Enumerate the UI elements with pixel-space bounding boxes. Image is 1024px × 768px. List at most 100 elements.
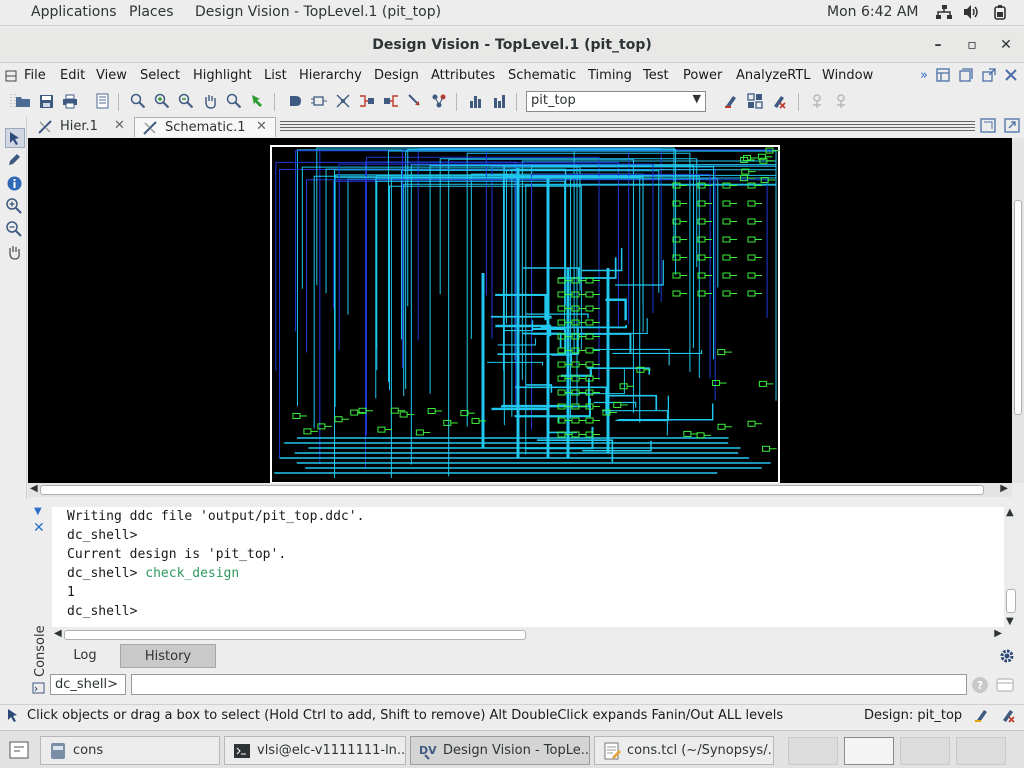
info-icon[interactable] [5, 174, 23, 192]
undock-icon[interactable] [982, 68, 996, 86]
forward-icon[interactable] [832, 92, 850, 110]
tab-log[interactable]: Log [52, 644, 118, 668]
pencil-icon[interactable] [5, 151, 23, 169]
menu-list[interactable]: List [264, 68, 287, 83]
hide-fanin-icon[interactable] [406, 92, 424, 110]
close-icon[interactable]: ✕ [114, 118, 125, 133]
path-slack-histogram-icon[interactable] [491, 92, 509, 110]
workspace-4[interactable] [956, 737, 1006, 765]
tab-schematic[interactable]: Schematic.1 ✕ [134, 117, 276, 137]
menu-design[interactable]: Design [374, 68, 419, 83]
tile-icon[interactable] [936, 68, 950, 86]
zoom-in-icon[interactable] [5, 197, 23, 215]
menu-attributes[interactable]: Attributes [431, 68, 495, 83]
network-icon[interactable] [935, 4, 953, 24]
task-design-vision[interactable]: DV Design Vision - TopLe... [410, 736, 590, 765]
console-dock-icon[interactable] [32, 682, 45, 698]
tab-history[interactable]: History [120, 644, 216, 668]
tab-hier[interactable]: Hier.1 ✕ [34, 117, 130, 137]
console-options-icon[interactable] [996, 676, 1014, 698]
zoom-out-icon[interactable] [177, 92, 195, 110]
scroll-left-icon[interactable]: ◀ [54, 628, 62, 639]
scroll-up-icon[interactable]: ▲ [1006, 507, 1014, 518]
zoom-selection-icon[interactable] [249, 92, 267, 110]
show-desktop-icon[interactable] [9, 741, 29, 763]
menu-window[interactable]: Window [822, 68, 873, 83]
command-input[interactable] [131, 674, 967, 695]
print-icon[interactable] [61, 92, 79, 110]
restore-view-icon[interactable] [980, 118, 996, 137]
task-cons[interactable]: cons [40, 736, 220, 765]
hide-fanout-icon[interactable] [430, 92, 448, 110]
highlight-icon[interactable] [974, 707, 990, 727]
deselect-icon[interactable] [770, 92, 788, 110]
menu-view[interactable]: View [96, 68, 127, 83]
scroll-down-icon[interactable]: ▼ [1006, 616, 1014, 627]
select-arrow-icon[interactable] [5, 128, 25, 148]
menu-analyzertl[interactable]: AnalyzeRTL [736, 68, 811, 83]
active-window-title[interactable]: Design Vision - TopLevel.1 (pit_top) [195, 4, 441, 20]
pan-hand-icon[interactable] [5, 243, 23, 261]
deselect-icon[interactable] [1000, 707, 1016, 727]
pan-hand-icon[interactable] [201, 92, 219, 110]
zoom-fit-all-icon[interactable] [129, 92, 147, 110]
open-icon[interactable] [14, 92, 32, 110]
float-view-icon[interactable] [1004, 118, 1020, 137]
console-horizontal-scroll-thumb[interactable] [64, 630, 526, 640]
minimize-button[interactable]: – [928, 35, 948, 55]
places-menu[interactable]: Places [129, 4, 174, 20]
power-icon[interactable] [992, 4, 1008, 24]
add-fanout-icon[interactable] [382, 92, 400, 110]
menu-hierarchy[interactable]: Hierarchy [299, 68, 362, 83]
menu-test[interactable]: Test [643, 68, 669, 83]
add-fanin-icon[interactable] [358, 92, 376, 110]
task-terminal[interactable]: vlsi@elc-v1111111-ln... [224, 736, 406, 765]
menu-power[interactable]: Power [683, 68, 722, 83]
clock[interactable]: Mon 6:42 AM [827, 4, 919, 20]
close-console-icon[interactable]: ✕ [33, 520, 45, 536]
menu-timing[interactable]: Timing [588, 68, 632, 83]
cascade-icon[interactable] [959, 68, 973, 86]
workspace-1[interactable] [788, 737, 838, 765]
save-icon[interactable] [37, 92, 55, 110]
volume-icon[interactable] [962, 4, 980, 24]
maximize-button[interactable]: ▫ [962, 35, 982, 55]
zoom-region-icon[interactable] [225, 92, 243, 110]
create-schematic-icon[interactable] [310, 92, 328, 110]
scroll-left-icon[interactable]: ◀ [30, 483, 38, 494]
workspace-3[interactable] [900, 737, 950, 765]
back-icon[interactable] [808, 92, 826, 110]
report-icon[interactable] [93, 92, 111, 110]
close-view-icon[interactable] [1004, 68, 1018, 86]
clear-highlight-icon[interactable] [722, 92, 740, 110]
menu-overflow-icon[interactable]: » [920, 68, 928, 83]
histogram-icon[interactable] [467, 92, 485, 110]
select-objects-icon[interactable] [746, 92, 764, 110]
workspace-2[interactable] [844, 737, 894, 765]
scroll-right-icon[interactable]: ▶ [1000, 483, 1008, 494]
canvas-horizontal-scroll-thumb[interactable] [40, 485, 984, 495]
menu-schematic[interactable]: Schematic [508, 68, 576, 83]
path-schematic-icon[interactable] [334, 92, 352, 110]
console-output[interactable]: Writing ddc file 'output/pit_top.ddc'. d… [52, 507, 1006, 627]
menu-highlight[interactable]: Highlight [193, 68, 252, 83]
menu-select[interactable]: Select [140, 68, 180, 83]
collapse-console-icon[interactable]: ▼ [34, 506, 42, 517]
gear-icon[interactable] [999, 648, 1015, 668]
scroll-right-icon[interactable]: ▶ [994, 628, 1002, 639]
menu-edit[interactable]: Edit [60, 68, 85, 83]
task-editor[interactable]: cons.tcl (~/Synopsys/... [594, 736, 774, 765]
console-vertical-scroll-thumb[interactable] [1006, 589, 1016, 613]
menu-file[interactable]: File [24, 68, 46, 83]
design-select[interactable]: pit_top ▼ [526, 91, 706, 112]
create-symbol-view-icon[interactable] [285, 92, 303, 110]
console-vertical-scrollbar[interactable]: ▲ ▼ [1004, 507, 1018, 627]
zoom-out-icon[interactable] [5, 220, 23, 238]
canvas-vertical-scroll-thumb[interactable] [1014, 200, 1022, 415]
close-icon[interactable]: ✕ [256, 119, 267, 134]
zoom-in-icon[interactable] [153, 92, 171, 110]
applications-menu[interactable]: Applications [31, 4, 117, 20]
help-icon[interactable]: ? [971, 676, 989, 698]
schematic-canvas[interactable] [28, 138, 1012, 483]
close-window-button[interactable]: ✕ [996, 35, 1016, 55]
